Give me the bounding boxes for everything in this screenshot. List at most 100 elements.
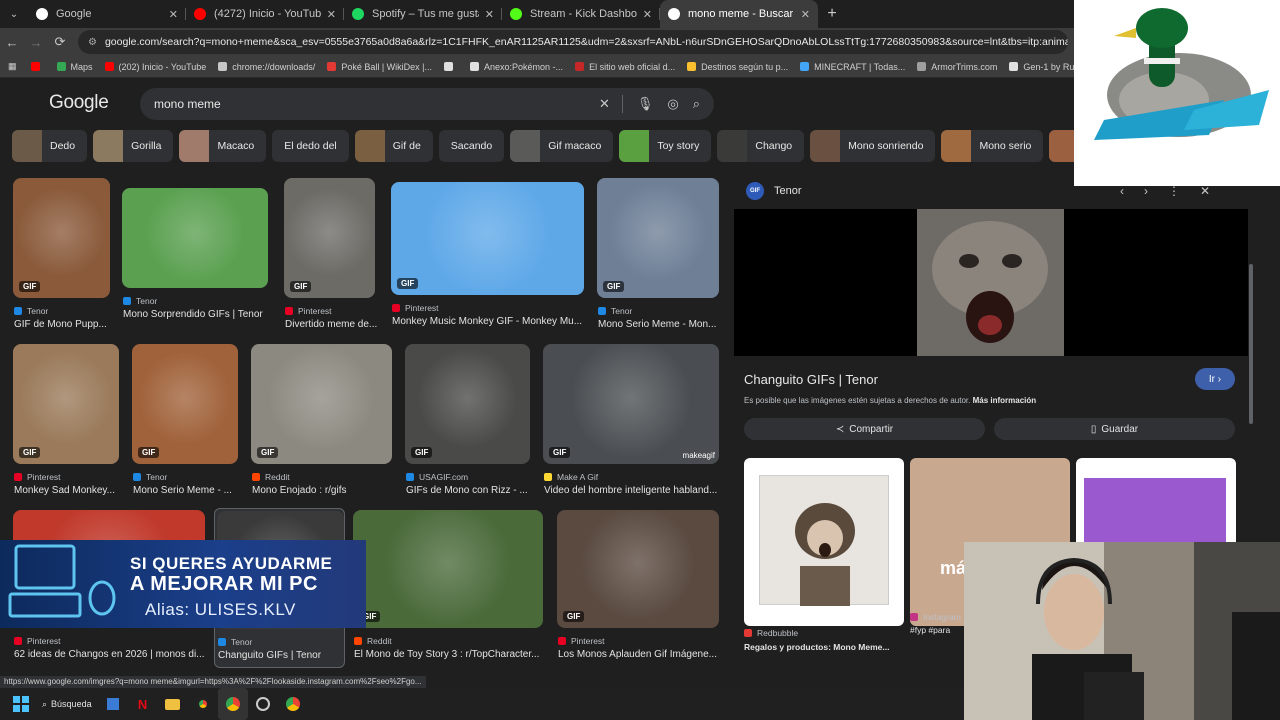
chip-5[interactable]: Sacando [438, 130, 505, 162]
chrome-icon[interactable] [188, 688, 218, 720]
result-0[interactable]: GIF Tenor GIF de Mono Pupp... [11, 176, 112, 338]
chip-6[interactable]: Gif macaco [510, 130, 614, 162]
related-caption-1[interactable]: Regalos y productos: Mono Meme... [744, 642, 889, 652]
result-caption[interactable]: Monkey Music Monkey GIF - Monkey Mu... [392, 316, 587, 327]
result-1[interactable]: Tenor Mono Sorprendido GIFs | Tenor [120, 186, 270, 328]
new-tab-icon[interactable]: + [818, 0, 846, 28]
result-7[interactable]: GIF Reddit Mono Enojado : r/gifs [249, 342, 394, 504]
more-info-link[interactable]: Más información [973, 396, 1037, 405]
bookmark-7[interactable]: El sitio web oficial d... [575, 62, 675, 72]
result-caption[interactable]: Mono Serio Meme - Mon... [598, 319, 722, 330]
tab-close-icon[interactable]: ✕ [485, 8, 494, 21]
search-box[interactable]: mono meme ✕ 🎙 ◎ ⌕ [140, 88, 714, 120]
reload-icon[interactable]: ⟳ [48, 34, 72, 50]
result-caption[interactable]: GIF de Mono Pupp... [14, 319, 113, 330]
chip-2[interactable]: Macaco [179, 130, 267, 162]
result-caption[interactable]: GIFs de Mono con Rizz - ... [406, 485, 533, 496]
result-image[interactable]: GIF [597, 178, 719, 298]
share-button[interactable]: ≺ Compartir [744, 418, 985, 440]
result-3[interactable]: GIF Pinterest Monkey Music Monkey GIF - Mo… [389, 180, 586, 335]
chip-8[interactable]: Chango [717, 130, 805, 162]
result-caption[interactable]: Monkey Sad Monkey... [14, 485, 122, 496]
chip-0[interactable]: Dedo [12, 130, 88, 162]
forward-icon[interactable]: → [24, 35, 48, 50]
tab-close-icon[interactable]: ✕ [801, 8, 810, 21]
preview-image[interactable] [734, 209, 1248, 356]
result-5[interactable]: GIF Pinterest Monkey Sad Monkey... [11, 342, 121, 504]
more-icon[interactable]: ⋮ [1168, 184, 1180, 198]
panel-title[interactable]: Changuito GIFs | Tenor [744, 372, 878, 387]
result-image[interactable]: GIF [132, 344, 238, 464]
result-caption[interactable]: El Mono de Toy Story 3 : r/TopCharacter.… [354, 649, 546, 660]
google-logo[interactable]: Google [49, 92, 109, 114]
close-icon[interactable]: ✕ [1200, 184, 1210, 198]
chip-1[interactable]: Gorilla [93, 130, 174, 162]
result-caption[interactable]: Divertido meme de... [285, 319, 378, 330]
tab-1[interactable]: (4272) Inicio - YouTube ✕ [186, 0, 344, 28]
chip-4[interactable]: Gif de [354, 130, 433, 162]
result-caption[interactable]: Changuito GIFs | Tenor [218, 650, 347, 661]
result-6[interactable]: GIF Tenor Mono Serio Meme - ... [130, 342, 240, 504]
chip-3[interactable]: El dedo del [272, 130, 349, 162]
bookmark-3[interactable]: chrome://downloads/ [218, 62, 315, 72]
result-image[interactable]: GIF [13, 178, 110, 298]
result-8[interactable]: GIF USAGIF.com GIFs de Mono con Rizz - ... [403, 342, 532, 504]
bookmark-0[interactable] [30, 62, 45, 72]
tab-2[interactable]: Spotify – Tus me gusta ✕ [344, 0, 502, 28]
clear-icon[interactable]: ✕ [599, 96, 610, 112]
result-image[interactable]: GIF [13, 344, 119, 464]
tab-close-icon[interactable]: ✕ [643, 8, 652, 21]
result-2[interactable]: GIF Pinterest Divertido meme de... [282, 176, 377, 338]
search-icon[interactable]: ⌕ [693, 96, 700, 112]
tab-close-icon[interactable]: ✕ [169, 8, 178, 21]
lens-icon[interactable]: ◎ [667, 96, 678, 112]
back-icon[interactable]: ← [0, 35, 24, 50]
bookmark-2[interactable]: (202) Inicio - YouTube [104, 62, 206, 72]
tab-4[interactable]: mono meme - Buscar con Google ✕ [660, 0, 818, 28]
bookmark-4[interactable]: Poké Ball | WikiDex |... [327, 62, 432, 72]
result-caption[interactable]: 62 ideas de Changos en 2026 | monos di..… [14, 649, 208, 660]
result-image[interactable]: GIF [251, 344, 392, 464]
result-image[interactable]: GIF [405, 344, 530, 464]
apps-icon[interactable]: ▦ [8, 61, 17, 72]
result-4[interactable]: GIF Tenor Mono Serio Meme - Mon... [595, 176, 721, 338]
result-image[interactable]: GIF makeagif [543, 344, 719, 464]
bookmark-8[interactable]: Destinos según tu p... [687, 62, 788, 72]
tab-0[interactable]: Google ✕ [28, 0, 186, 28]
search-input[interactable]: mono meme [154, 97, 585, 111]
tab-3[interactable]: Stream - Kick Dashboard ✕ [502, 0, 660, 28]
site-info-icon[interactable]: ⚙ [88, 37, 97, 48]
result-caption[interactable]: Mono Sorprendido GIFs | Tenor [123, 309, 271, 320]
taskbar-search[interactable]: ⌕ Búsqueda [42, 699, 92, 710]
related-thumb-1[interactable] [744, 458, 904, 626]
microphone-icon[interactable]: 🎙 [637, 96, 654, 112]
save-button[interactable]: ▯ Guardar [994, 418, 1235, 440]
result-image[interactable]: GIF [557, 510, 719, 628]
result-image[interactable]: GIF [284, 178, 375, 298]
result-caption[interactable]: Mono Enojado : r/gifs [252, 485, 395, 496]
obs-icon[interactable] [248, 688, 278, 720]
chip-10[interactable]: Mono serio [941, 130, 1044, 162]
result-caption[interactable]: Mono Serio Meme - ... [133, 485, 241, 496]
related-caption-2[interactable]: #fyp #para [910, 625, 950, 635]
tab-close-icon[interactable]: ✕ [327, 8, 336, 21]
chip-9[interactable]: Mono sonriendo [810, 130, 936, 162]
result-caption[interactable]: Los Monos Aplauden Gif Imágene... [558, 649, 722, 660]
panel-source[interactable]: GIF Tenor [746, 182, 802, 200]
tab-search-icon[interactable]: ⌄ [0, 0, 28, 28]
next-icon[interactable]: › [1144, 184, 1148, 198]
bookmark-10[interactable]: ArmorTrims.com [917, 62, 997, 72]
result-13[interactable]: GIF Pinterest Los Monos Aplauden Gif Imáge… [555, 508, 721, 668]
task-view-icon[interactable] [98, 688, 128, 720]
chip-7[interactable]: Toy story [619, 130, 712, 162]
chrome-active-icon[interactable] [217, 688, 248, 720]
bookmark-1[interactable]: Maps [56, 62, 93, 72]
bookmark-6[interactable]: Anexo:Pokémon -... [470, 62, 563, 72]
result-image[interactable]: GIF [391, 182, 584, 295]
bookmark-5[interactable] [444, 62, 458, 72]
result-caption[interactable]: Video del hombre inteligente habland... [544, 485, 722, 496]
address-bar[interactable]: ⚙ google.com/search?q=mono+meme&sca_esv=… [78, 30, 1068, 54]
prev-icon[interactable]: ‹ [1120, 184, 1124, 198]
chrome-profile-icon[interactable] [278, 688, 308, 720]
panel-scrollbar[interactable] [1249, 264, 1253, 424]
